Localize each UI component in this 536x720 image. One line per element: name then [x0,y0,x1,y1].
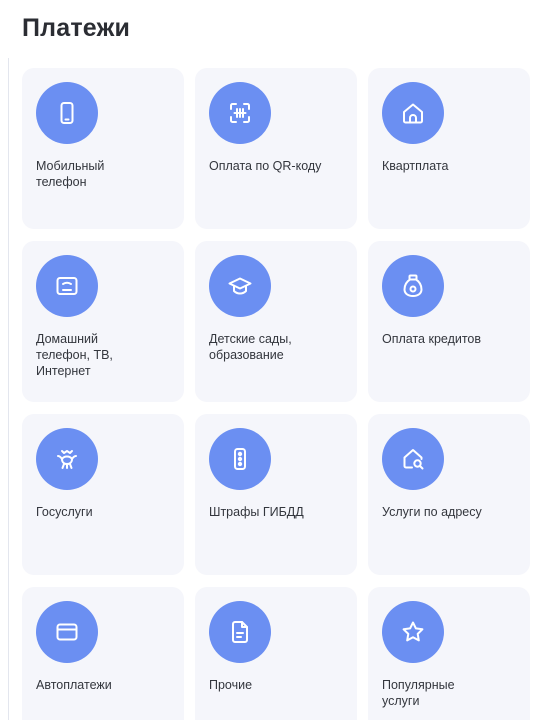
tile-loan-payment[interactable]: Оплата кредитов [368,241,530,402]
tv-monitor-icon [36,255,98,317]
tile-rent[interactable]: Квартплата [368,68,530,229]
tile-label: Автоплатежи [36,678,112,692]
state-emblem-icon [36,428,98,490]
money-bag-icon [382,255,444,317]
card-icon [36,601,98,663]
tile-label: Оплата по QR-коду [209,159,322,173]
tile-label: Штрафы ГИБДД [209,505,304,519]
tile-autopayments[interactable]: Автоплатежи [22,587,184,720]
tile-label: Популярные услуги [382,678,455,708]
tile-kindergarten-education[interactable]: Детские сады, образование [195,241,357,402]
tile-label: Госуслуги [36,505,93,519]
payments-screen: Платежи Мобильный телефон Оплата по QR-к… [0,0,536,720]
tile-home-phone-tv-internet[interactable]: Домашний телефон, ТВ, Интернет [22,241,184,402]
left-divider [8,58,9,720]
mobile-phone-icon [36,82,98,144]
graduation-cap-icon [209,255,271,317]
tile-popular-services[interactable]: Популярные услуги [368,587,530,720]
star-icon [382,601,444,663]
tile-label: Услуги по адресу [382,505,482,519]
tile-traffic-fines[interactable]: Штрафы ГИБДД [195,414,357,575]
tile-qr-payment[interactable]: Оплата по QR-коду [195,68,357,229]
tile-mobile-phone[interactable]: Мобильный телефон [22,68,184,229]
tile-gosuslugi[interactable]: Госуслуги [22,414,184,575]
tile-label: Домашний телефон, ТВ, Интернет [36,332,113,378]
tile-label: Прочие [209,678,253,692]
page-title: Платежи [22,14,131,42]
document-icon [209,601,271,663]
tile-other[interactable]: Прочие [195,587,357,720]
payments-grid: Мобильный телефон Оплата по QR-коду Квар… [22,68,530,720]
tile-address-services[interactable]: Услуги по адресу [368,414,530,575]
house-icon [382,82,444,144]
tile-label: Оплата кредитов [382,332,482,346]
tile-label: Детские сады, образование [209,332,292,362]
tile-label: Квартплата [382,159,449,173]
house-search-icon [382,428,444,490]
tile-label: Мобильный телефон [36,159,105,189]
traffic-light-icon [209,428,271,490]
qr-scan-icon [209,82,271,144]
